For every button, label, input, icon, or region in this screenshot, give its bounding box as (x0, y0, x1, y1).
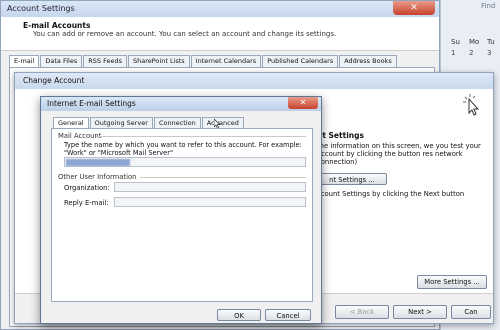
header-title: E-mail Accounts (23, 21, 91, 30)
reply-email-label: Reply E-mail: (64, 199, 109, 207)
close-icon: ✕ (410, 3, 418, 13)
tab-internet-calendars[interactable]: Internet Calendars (190, 55, 262, 67)
tab-published-calendars[interactable]: Published Calendars (262, 55, 339, 67)
tab-address-books[interactable]: Address Books (339, 55, 397, 67)
header-subtitle: You can add or remove an account. You ca… (33, 30, 337, 38)
more-settings-button[interactable]: More Settings ... (417, 275, 487, 289)
test-account-settings-button[interactable]: nt Settings ... (317, 173, 387, 185)
account-name-input[interactable] (64, 157, 306, 167)
next-button[interactable]: Next > (393, 305, 447, 319)
mail-account-group-label: Mail Account (58, 132, 102, 140)
group-divider (96, 136, 306, 137)
calendar-date[interactable]: 2 (469, 49, 481, 60)
group-divider (140, 177, 306, 178)
general-tab-panel: Mail Account Type the name by which you … (51, 128, 313, 302)
calendar-date[interactable]: 1 (451, 49, 463, 60)
tab-sharepoint-lists[interactable]: SharePoint Lists (127, 55, 190, 67)
organization-input[interactable] (114, 182, 306, 192)
close-button[interactable]: ✕ (288, 97, 318, 109)
tab-advanced[interactable]: Advanced (201, 117, 244, 128)
calendar-date[interactable]: 3 (487, 49, 499, 60)
wizard-cursor-icon (463, 94, 480, 116)
mail-account-description: Type the name by which you want to refer… (64, 141, 302, 157)
account-name-value (66, 159, 130, 166)
mini-calendar: Su Mo Tu 1 2 3 (451, 38, 500, 60)
tab-rss-feeds[interactable]: RSS Feeds (83, 55, 127, 67)
internet-email-settings-dialog: Internet E-mail Settings ✕ General Outgo… (40, 96, 322, 324)
test-settings-description: the information on this screen, we you t… (317, 142, 481, 166)
tab-connection[interactable]: Connection (153, 117, 201, 128)
cancel-button[interactable]: Cancel (265, 309, 311, 321)
close-button[interactable]: ✕ (393, 1, 435, 15)
tab-outgoing-server[interactable]: Outgoing Server (89, 117, 153, 128)
find-label: Find (481, 2, 496, 10)
reply-email-input[interactable] (114, 197, 306, 207)
test-settings-title: nt Settings (317, 131, 364, 140)
calendar-day: Tu (487, 38, 495, 46)
other-user-info-group-label: Other User Information (58, 173, 137, 181)
dialog-title: Internet E-mail Settings (41, 97, 321, 111)
next-description: ccount Settings by clicking the Next but… (317, 190, 465, 198)
back-button[interactable]: < Back (335, 305, 389, 319)
close-icon: ✕ (299, 98, 307, 107)
tab-data-files[interactable]: Data Files (40, 55, 83, 67)
window-title: Change Account (15, 73, 493, 89)
window-title: Account Settings (1, 1, 439, 17)
cancel-button[interactable]: Can (451, 305, 491, 319)
organization-label: Organization: (64, 184, 110, 192)
ok-button[interactable]: OK (217, 309, 261, 321)
calendar-day: Mo (469, 38, 480, 46)
calendar-day: Su (451, 38, 460, 46)
